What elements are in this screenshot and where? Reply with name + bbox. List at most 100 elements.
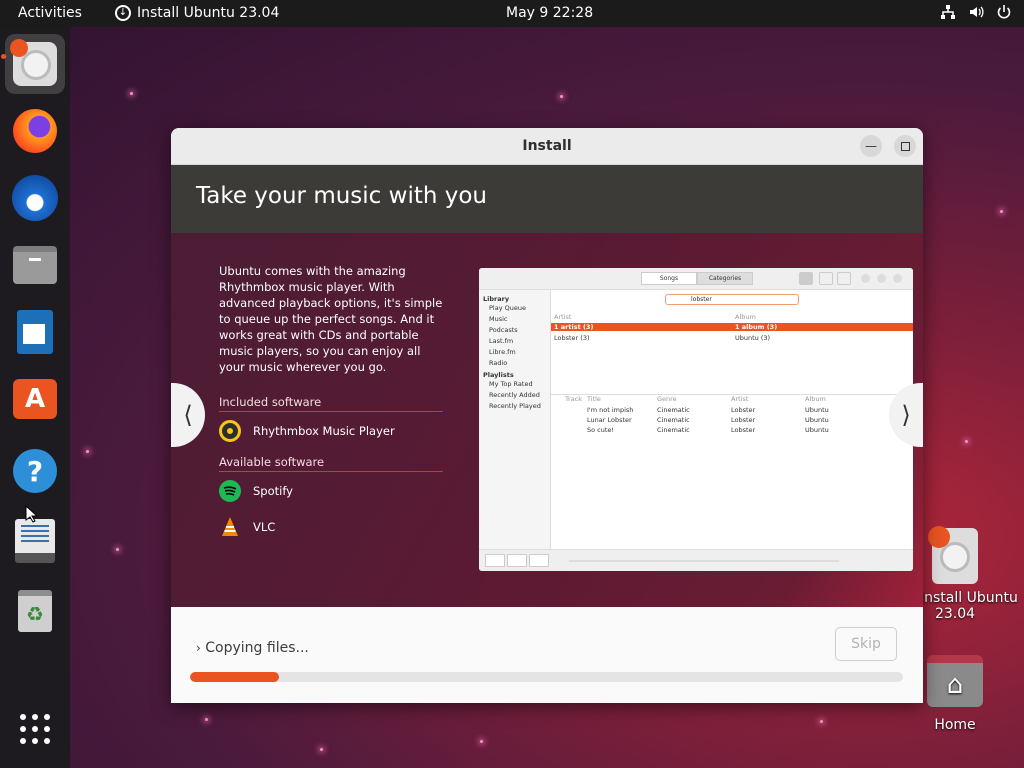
app-indicator[interactable]: ↓ Install Ubuntu 23.04 — [115, 5, 279, 21]
rb-browser-row: 1 artist (3) 1 album (3) — [551, 323, 913, 331]
top-bar: Activities ↓ Install Ubuntu 23.04 May 9 … — [0, 0, 1024, 27]
rb-browser-row: Lobster (3) Ubuntu (3) — [551, 334, 913, 342]
rb-sidebar-item: Music — [489, 315, 508, 323]
activities-button[interactable]: Activities — [18, 5, 82, 21]
rb-cell: Lobster (3) — [554, 334, 590, 342]
app-indicator-label: Install Ubuntu 23.04 — [137, 5, 280, 21]
dock-trash[interactable]: ♻ — [5, 581, 65, 641]
rb-tab-categories: Categories — [697, 272, 753, 285]
app-center-icon: A — [13, 379, 57, 419]
dock: A ? ♻ — [0, 27, 70, 768]
dock-show-apps[interactable] — [5, 699, 65, 759]
minimize-icon: — — [865, 139, 877, 153]
rb-col-artist: Artist — [731, 395, 749, 403]
install-progress-bar — [190, 672, 903, 682]
window-title: Install — [522, 138, 572, 154]
show-apps-icon — [20, 714, 50, 744]
system-tray[interactable] — [940, 4, 1012, 20]
maximize-button[interactable] — [894, 135, 916, 157]
chevron-right-icon: ⟩ — [901, 401, 911, 429]
dock-thunderbird[interactable] — [5, 168, 65, 228]
clock[interactable]: May 9 22:28 — [506, 5, 593, 21]
rb-cell: Lobster — [731, 406, 756, 414]
software-item-rhythmbox: Rhythmbox Music Player — [219, 420, 395, 442]
help-icon: ? — [13, 449, 57, 493]
slide-heading: Take your music with you — [196, 183, 488, 209]
desktop-home-label: Home — [934, 717, 976, 733]
rhythmbox-icon — [219, 420, 241, 442]
slide-heading-bar: Take your music with you — [171, 165, 923, 233]
rb-library-header: Library — [483, 295, 510, 303]
rb-col-album: Album — [735, 313, 756, 321]
dock-writer[interactable] — [5, 302, 65, 362]
status-expander[interactable]: › Copying files... — [196, 640, 309, 656]
rb-sidebar-item: Radio — [489, 359, 508, 367]
firefox-icon — [13, 109, 57, 153]
rb-browser-header: Artist Album — [551, 313, 913, 321]
rb-cell: Lobster — [731, 426, 756, 434]
rb-sidebar-item: Recently Added — [489, 391, 540, 399]
previous-slide-button[interactable]: ⟨ — [171, 383, 205, 447]
desktop-installer-shortcut[interactable]: Install Ubuntu 23.04 — [920, 526, 1018, 622]
installer-window: Install — Take your music with you Ubunt… — [171, 128, 923, 703]
dock-help[interactable]: ? — [5, 441, 65, 501]
desktop-installer-label-1: Install Ubuntu — [920, 590, 1018, 606]
rb-playback-bar — [479, 549, 913, 571]
available-software-label: Available software — [219, 455, 443, 472]
rb-track-header: Track Title Genre Artist Album — [551, 394, 913, 404]
rb-search-field: lobster — [665, 294, 799, 305]
rb-cell: Ubuntu — [805, 416, 829, 424]
rb-track-row: So cute! Cinematic Lobster Ubuntu — [551, 426, 913, 436]
rb-cell: Cinematic — [657, 426, 690, 434]
vlc-icon — [219, 516, 241, 538]
rb-cell: 1 artist (3) — [554, 323, 594, 331]
progress-fill — [190, 672, 280, 682]
rb-sidebar-item: Last.fm — [489, 337, 514, 345]
rb-playback-controls — [485, 554, 549, 567]
rb-cell: Ubuntu — [805, 426, 829, 434]
minimize-button[interactable]: — — [860, 135, 882, 157]
desktop-home-shortcut[interactable]: ⌂ Home — [925, 655, 985, 733]
home-folder-icon: ⌂ — [927, 655, 983, 707]
mouse-cursor-icon — [25, 505, 37, 523]
volume-icon — [970, 6, 984, 18]
rb-sidebar-item: Libre.fm — [489, 348, 516, 356]
chevron-left-icon: ⟨ — [183, 401, 193, 429]
rb-cell: Lobster — [731, 416, 756, 424]
rb-search-icon — [799, 272, 813, 285]
rb-cell: 1 album (3) — [735, 323, 778, 331]
rhythmbox-screenshot: Songs Categories lobster Library Play Qu… — [479, 268, 913, 571]
rb-sidebar-item: Play Queue — [489, 304, 526, 312]
rb-col-genre: Genre — [657, 395, 677, 403]
spotify-icon — [219, 480, 241, 502]
dock-app-center[interactable]: A — [5, 369, 65, 429]
ubuntu-installer-icon — [10, 39, 57, 86]
rb-track-row: Lunar Lobster Cinematic Lobster Ubuntu — [551, 416, 913, 426]
dock-ubuntu-installer[interactable] — [5, 34, 65, 94]
maximize-icon — [900, 141, 910, 151]
slideshow: Ubuntu comes with the amazing Rhythmbox … — [171, 233, 923, 607]
rb-cell: Ubuntu (3) — [735, 334, 771, 342]
rb-track-row: I'm not impish Cinematic Lobster Ubuntu — [551, 406, 913, 416]
rb-cell: Cinematic — [657, 416, 690, 424]
thunderbird-icon — [12, 175, 58, 221]
rb-hamburger-icon — [837, 272, 851, 285]
rb-cell: Lunar Lobster — [587, 416, 632, 424]
rb-tab-songs: Songs — [641, 272, 697, 285]
software-item-vlc: VLC — [219, 516, 275, 538]
software-item-spotify: Spotify — [219, 480, 293, 502]
status-text: Copying files... — [205, 640, 309, 656]
files-icon — [13, 246, 57, 284]
rb-col-track: Track — [565, 395, 583, 403]
rb-col-album: Album — [805, 395, 826, 403]
skip-button[interactable]: Skip — [835, 627, 897, 661]
network-icon — [941, 5, 955, 19]
window-titlebar[interactable]: Install — — [171, 128, 923, 165]
chevron-right-icon: › — [196, 641, 201, 655]
rb-sidebar-item: Recently Played — [489, 402, 541, 410]
dock-firefox[interactable] — [5, 101, 65, 161]
dock-files[interactable] — [5, 235, 65, 295]
software-name: Rhythmbox Music Player — [253, 424, 395, 438]
rb-sidebar-item: My Top Rated — [489, 380, 533, 388]
included-software-label: Included software — [219, 395, 443, 412]
